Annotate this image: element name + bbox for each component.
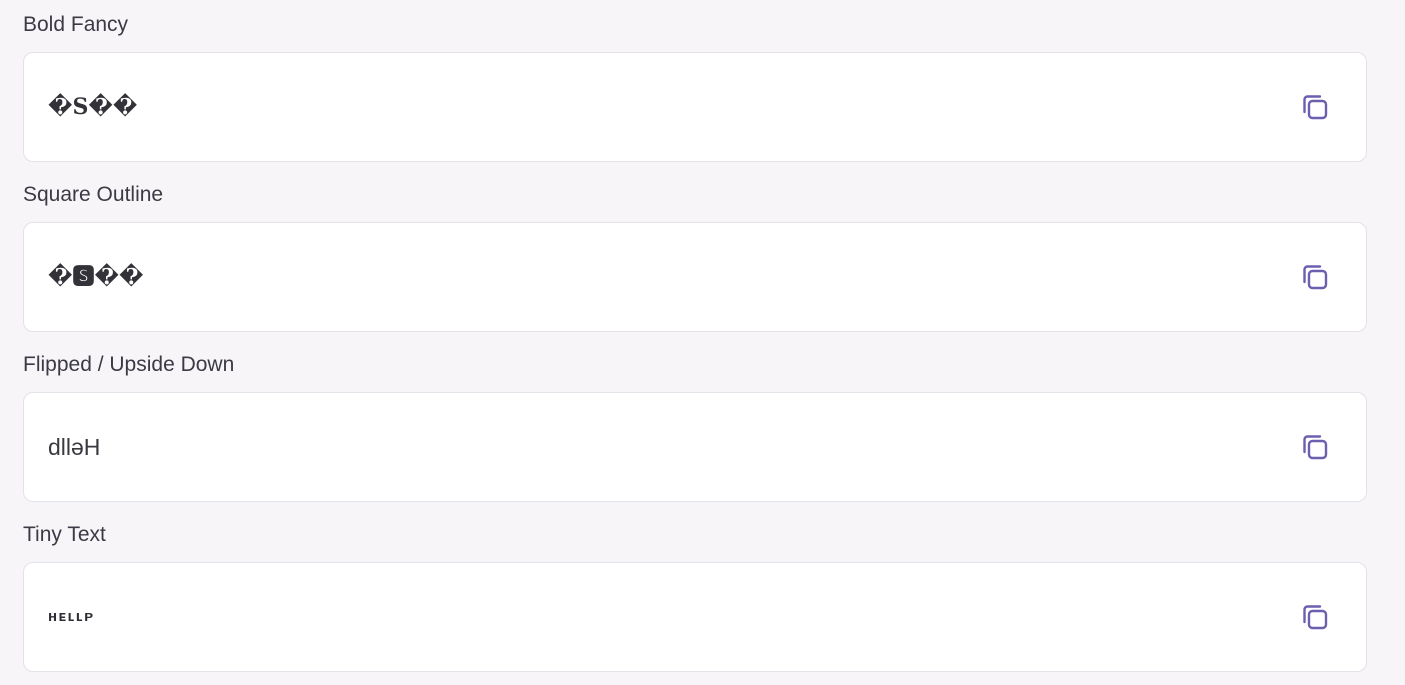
style-output-text[interactable]: �𝐒�� xyxy=(48,53,137,161)
copy-button[interactable] xyxy=(1300,262,1330,292)
copy-button[interactable] xyxy=(1300,602,1330,632)
style-output-card[interactable]: dllǝH xyxy=(23,392,1367,502)
copy-icon xyxy=(1303,605,1328,630)
style-output-text[interactable]: ʜᴇʟʟᴘ xyxy=(48,563,95,671)
style-output-card[interactable]: ʜᴇʟʟᴘ xyxy=(23,562,1367,672)
style-output-text[interactable]: �🆂�� xyxy=(48,223,143,331)
style-label: Square Outline xyxy=(23,183,164,206)
copy-icon xyxy=(1303,265,1328,290)
style-output-card[interactable]: �𝐒�� xyxy=(23,52,1367,162)
copy-icon xyxy=(1303,435,1328,460)
style-label: Tiny Text xyxy=(23,523,106,546)
style-label: Flipped / Upside Down xyxy=(23,353,235,376)
style-output-card[interactable]: �🆂�� xyxy=(23,222,1367,332)
copy-icon xyxy=(1303,95,1328,120)
style-label: Bold Fancy xyxy=(23,13,129,36)
style-output-text[interactable]: dllǝH xyxy=(48,393,100,501)
copy-button[interactable] xyxy=(1300,92,1330,122)
copy-button[interactable] xyxy=(1300,432,1330,462)
